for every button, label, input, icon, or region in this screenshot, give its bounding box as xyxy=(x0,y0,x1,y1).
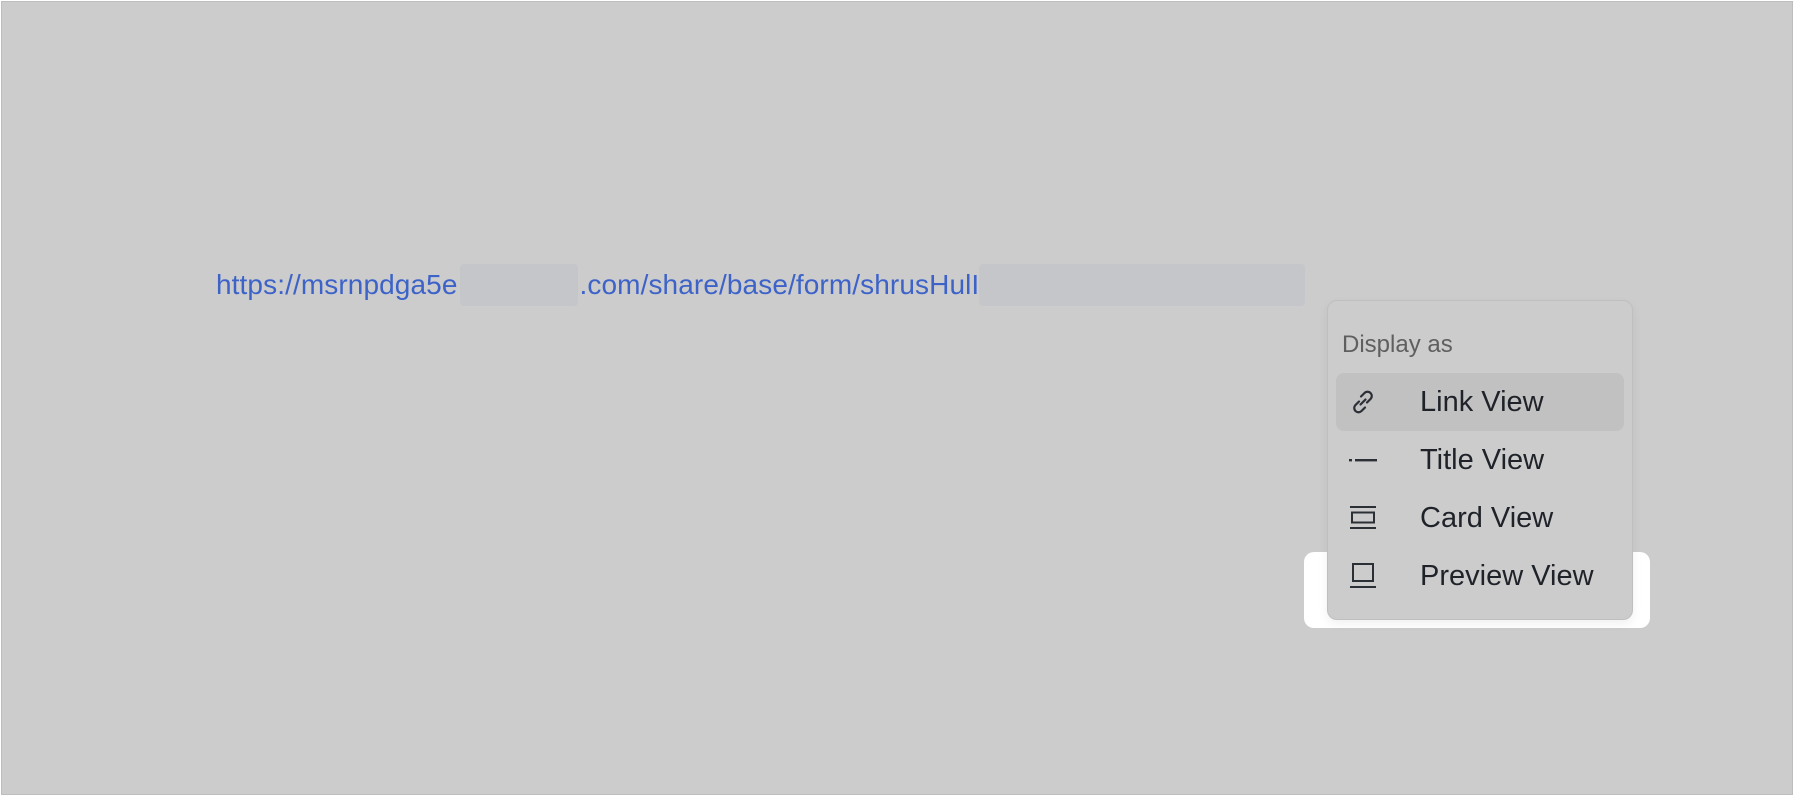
url-text-middle: .com/share/base/form/shrusHulI xyxy=(579,269,980,300)
menu-item-label: Card View xyxy=(1420,501,1554,534)
card-icon xyxy=(1348,503,1378,533)
menu-item-title-view[interactable]: Title View xyxy=(1336,431,1624,489)
display-as-menu: Display as Link View Title View Card Vie… xyxy=(1327,300,1633,620)
menu-header: Display as xyxy=(1342,331,1453,358)
menu-item-label: Title View xyxy=(1420,443,1545,476)
menu-item-preview-view[interactable]: Preview View xyxy=(1336,547,1624,605)
url-text-start: https://msrnpdga5e xyxy=(216,269,458,300)
menu-item-link-view[interactable]: Link View xyxy=(1336,373,1624,431)
link-icon xyxy=(1348,387,1378,417)
preview-icon xyxy=(1348,561,1378,591)
menu-item-label: Link View xyxy=(1420,385,1544,418)
redacted-block xyxy=(979,264,1306,306)
menu-item-label: Preview View xyxy=(1420,559,1594,592)
menu-item-card-view[interactable]: Card View xyxy=(1336,489,1624,547)
document-canvas: https://msrnpdga5e .com/share/base/form/… xyxy=(1,1,1793,795)
url-link[interactable]: https://msrnpdga5e .com/share/base/form/… xyxy=(216,264,1306,306)
redacted-block xyxy=(459,264,578,306)
title-icon xyxy=(1348,445,1378,475)
